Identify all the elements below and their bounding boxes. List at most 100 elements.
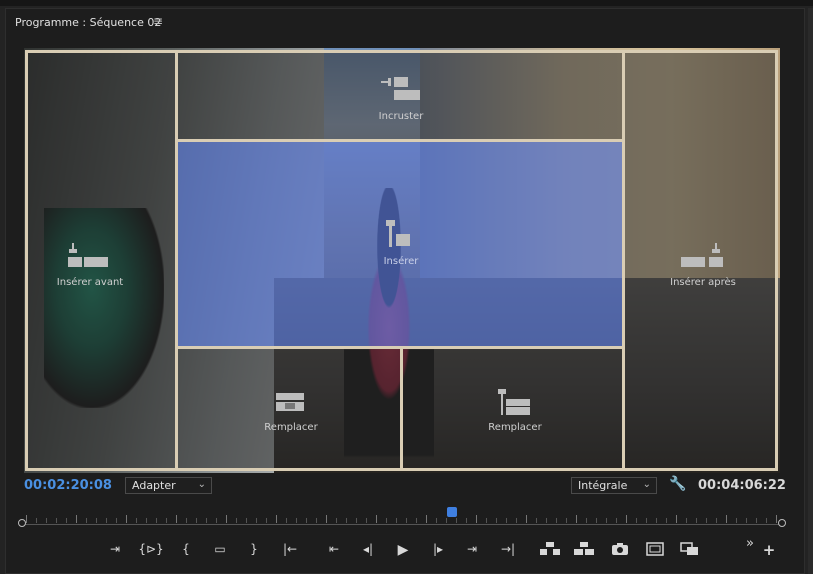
step-back-icon[interactable]: ◂| bbox=[357, 542, 379, 556]
ruler-tick bbox=[316, 518, 317, 523]
comment-icon[interactable]: ▭ bbox=[209, 542, 231, 556]
step-forward-many-icon[interactable]: ⇥ bbox=[461, 542, 483, 556]
ruler-tick bbox=[386, 518, 387, 523]
insert-after-icon bbox=[681, 243, 725, 267]
ruler-tick bbox=[506, 518, 507, 523]
ruler-tick bbox=[616, 518, 617, 523]
ruler-tick bbox=[596, 518, 597, 523]
insert-label: Insérer bbox=[383, 256, 419, 267]
ruler-tick bbox=[356, 518, 357, 523]
drop-zone-insert-after[interactable]: Insérer après bbox=[622, 50, 778, 471]
playback-resolution-value: Intégrale bbox=[578, 479, 628, 492]
ruler-tick bbox=[656, 518, 657, 523]
drop-zone-replace-right[interactable]: Remplacer bbox=[400, 346, 625, 471]
ruler-tick bbox=[476, 515, 477, 523]
mark-in-out-icon[interactable]: {⊳} bbox=[138, 542, 164, 556]
zoom-level-value: Adapter bbox=[132, 479, 176, 492]
comparison-view-icon[interactable] bbox=[679, 542, 701, 559]
replace-right-icon bbox=[498, 389, 532, 417]
go-to-out-icon[interactable]: →| bbox=[497, 542, 519, 556]
ruler-tick bbox=[726, 515, 727, 523]
drop-zone-insert[interactable]: Insérer bbox=[175, 139, 625, 349]
panel-title[interactable]: Programme : Séquence 02 bbox=[15, 16, 161, 29]
ruler-tick bbox=[486, 518, 487, 523]
step-forward-icon[interactable]: |▸ bbox=[427, 542, 449, 556]
ruler-tick bbox=[76, 515, 77, 523]
ruler-tick bbox=[66, 518, 67, 523]
ruler-tick bbox=[736, 518, 737, 523]
export-frame-icon[interactable] bbox=[609, 542, 631, 559]
ruler-tick bbox=[396, 518, 397, 523]
panel-menu-icon[interactable]: ≡ bbox=[153, 14, 163, 28]
mark-in-icon[interactable]: { bbox=[175, 542, 197, 556]
duration-timecode: 00:04:06:22 bbox=[698, 478, 786, 493]
ruler-tick bbox=[456, 518, 457, 523]
ruler-tick bbox=[556, 518, 557, 523]
ruler-tick bbox=[216, 518, 217, 523]
ruler-tick bbox=[546, 518, 547, 523]
ruler-tick bbox=[776, 515, 777, 523]
transport-toolbar: ⇥ {⊳} { ▭ } |← ⇤ ◂| ▶ |▸ ⇥ →| » + bbox=[0, 536, 813, 566]
ruler-tick bbox=[496, 518, 497, 523]
mark-out-icon[interactable]: } bbox=[243, 542, 265, 556]
replace-right-label: Remplacer bbox=[488, 422, 542, 433]
extract-icon[interactable] bbox=[573, 542, 595, 559]
program-video-frame[interactable]: Insérer avant Incruster Insérer Insérer … bbox=[24, 48, 780, 473]
ruler-tick bbox=[156, 518, 157, 523]
ruler-tick bbox=[696, 518, 697, 523]
play-icon[interactable]: ▶ bbox=[392, 542, 414, 558]
playback-resolution-select[interactable]: Intégrale ⌄ bbox=[571, 477, 657, 494]
ruler-tick bbox=[106, 518, 107, 523]
replace-left-icon bbox=[276, 393, 306, 413]
safe-margins-icon[interactable] bbox=[644, 542, 666, 559]
lift-icon[interactable] bbox=[539, 542, 561, 559]
ruler-tick bbox=[766, 518, 767, 523]
ruler-tick bbox=[366, 518, 367, 523]
chevron-down-icon: ⌄ bbox=[642, 479, 651, 490]
zoom-handle-right[interactable] bbox=[778, 519, 786, 527]
ruler-tick bbox=[116, 518, 117, 523]
insert-icon bbox=[386, 220, 416, 250]
chevron-down-icon: ⌄ bbox=[197, 479, 206, 490]
ruler-tick bbox=[636, 518, 637, 523]
replace-left-label: Remplacer bbox=[264, 422, 318, 433]
insert-before-icon bbox=[68, 243, 112, 267]
ruler-track bbox=[22, 524, 784, 525]
window-top-strip bbox=[0, 0, 813, 6]
ruler-tick bbox=[516, 518, 517, 523]
ruler-tick bbox=[446, 518, 447, 523]
ruler-tick bbox=[186, 518, 187, 523]
ruler-tick bbox=[86, 518, 87, 523]
ruler-tick bbox=[176, 515, 177, 523]
ruler-tick bbox=[246, 518, 247, 523]
ruler-tick bbox=[706, 518, 707, 523]
ruler-tick bbox=[296, 518, 297, 523]
ruler-tick bbox=[266, 518, 267, 523]
zoom-level-select[interactable]: Adapter ⌄ bbox=[125, 477, 212, 494]
ruler-tick bbox=[606, 518, 607, 523]
current-timecode[interactable]: 00:02:20:08 bbox=[24, 478, 112, 493]
drop-zone-insert-before[interactable]: Insérer avant bbox=[25, 50, 178, 471]
time-ruler[interactable] bbox=[18, 507, 788, 535]
drop-zone-replace-left[interactable]: Remplacer bbox=[175, 346, 403, 471]
insert-after-label: Insérer après bbox=[670, 277, 736, 288]
ruler-tick bbox=[206, 518, 207, 523]
ruler-tick bbox=[286, 518, 287, 523]
ruler-tick bbox=[136, 518, 137, 523]
add-button-icon[interactable]: + bbox=[758, 541, 780, 559]
settings-wrench-icon[interactable]: 🔧 bbox=[669, 476, 686, 492]
ruler-tick bbox=[46, 518, 47, 523]
ruler-tick bbox=[756, 518, 757, 523]
zoom-handle-left[interactable] bbox=[18, 519, 26, 527]
step-back-many-icon[interactable]: ⇤ bbox=[323, 542, 345, 556]
ruler-tick bbox=[166, 518, 167, 523]
go-to-in-icon[interactable]: |← bbox=[279, 542, 301, 556]
drop-zone-overlay[interactable]: Incruster bbox=[175, 50, 625, 142]
ruler-tick bbox=[436, 518, 437, 523]
add-marker-icon[interactable]: ⇥ bbox=[104, 542, 126, 556]
insert-before-label: Insérer avant bbox=[56, 277, 124, 288]
ruler-tick bbox=[36, 518, 37, 523]
playhead[interactable] bbox=[447, 507, 458, 517]
ruler-tick bbox=[526, 515, 527, 523]
ruler-tick bbox=[146, 518, 147, 523]
